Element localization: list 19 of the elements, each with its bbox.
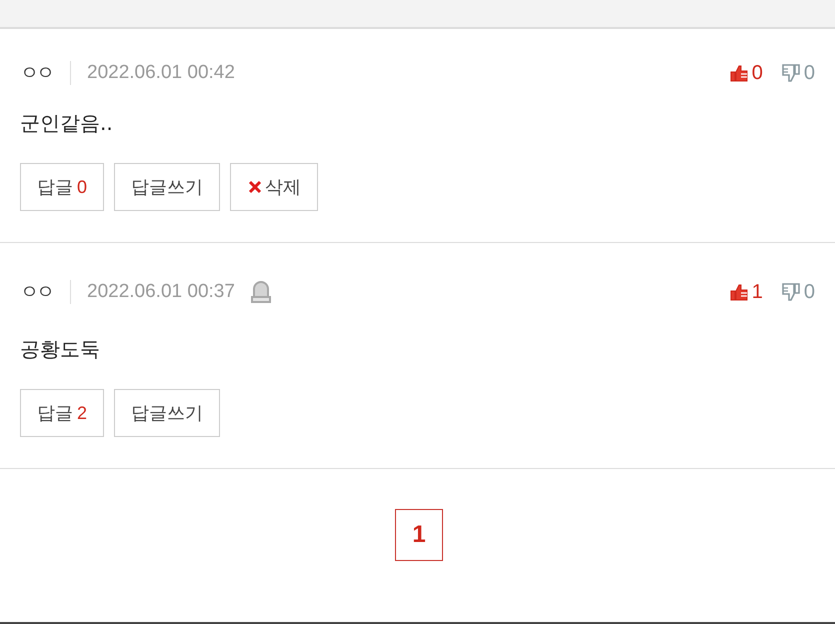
thumbs-up-icon	[728, 63, 749, 83]
comment-text: 군인같음..	[20, 110, 114, 136]
like-button[interactable]: 1	[728, 280, 763, 304]
replies-button[interactable]: 답글 2	[20, 389, 104, 437]
author-name: ㅇㅇ	[20, 61, 52, 86]
page-button[interactable]: 1	[395, 509, 443, 561]
thumbs-down-icon	[780, 282, 801, 302]
comment-text: 공황도둑	[20, 336, 101, 362]
author-name: ㅇㅇ	[20, 280, 52, 305]
comment-date: 2022.06.01 00:37	[87, 281, 235, 303]
replies-button[interactable]: 답글 0	[20, 163, 104, 211]
comment-date: 2022.06.01 00:42	[87, 62, 235, 84]
write-reply-button[interactable]: 답글쓰기	[114, 163, 220, 211]
thumbs-down-icon	[780, 63, 801, 83]
write-reply-button[interactable]: 답글쓰기	[114, 389, 220, 437]
close-icon	[247, 179, 264, 195]
delete-button[interactable]: 삭제	[230, 163, 318, 211]
like-button[interactable]: 0	[728, 62, 763, 84]
thumbs-up-icon	[728, 282, 749, 302]
